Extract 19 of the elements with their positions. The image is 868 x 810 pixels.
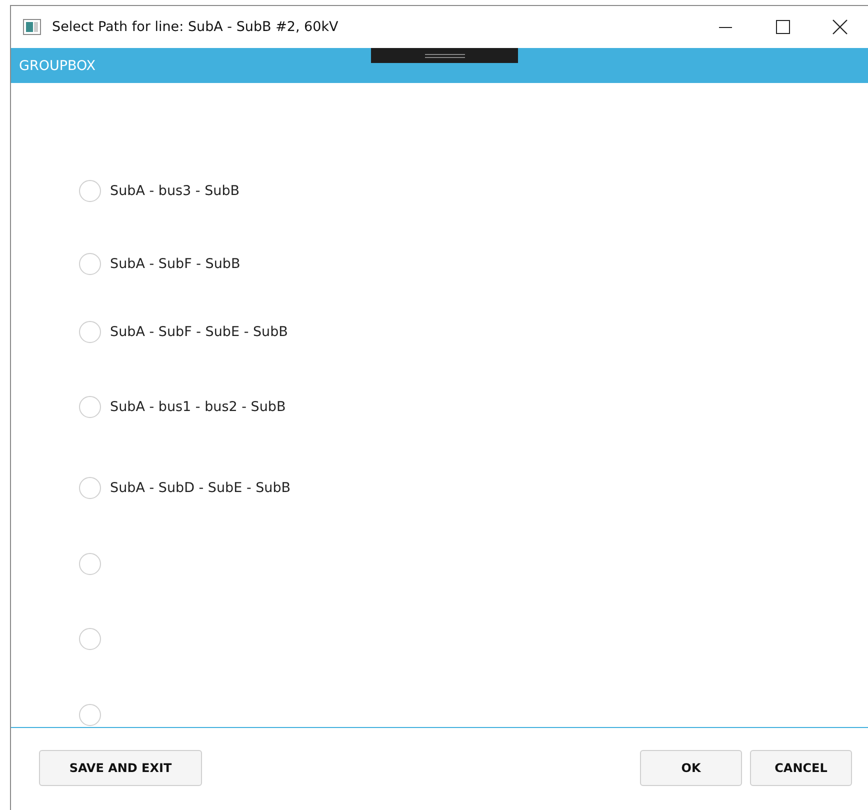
cancel-button[interactable]: CANCEL (750, 750, 852, 786)
groupbox-header: GROUPBOX (11, 48, 868, 83)
radio-button[interactable] (79, 321, 101, 343)
radio-button[interactable] (79, 704, 101, 726)
path-option-label[interactable]: SubA - SubF - SubB (110, 256, 240, 272)
radio-button[interactable] (79, 396, 101, 418)
path-option-label[interactable]: SubA - bus3 - SubB (110, 183, 240, 199)
app-icon (23, 19, 41, 35)
radio-button[interactable] (79, 553, 101, 575)
path-option-label[interactable]: SubA - bus1 - bus2 - SubB (110, 399, 286, 415)
path-option-label[interactable]: SubA - SubF - SubE - SubB (110, 324, 288, 340)
save-exit-button[interactable]: SAVE AND EXIT (39, 750, 202, 786)
radio-button[interactable] (79, 477, 101, 499)
ok-button[interactable]: OK (640, 750, 742, 786)
radio-button[interactable] (79, 628, 101, 650)
window-title: Select Path for line: SubA - SubB #2, 60kV (52, 19, 338, 35)
radio-button[interactable] (79, 253, 101, 275)
radio-button[interactable] (79, 180, 101, 202)
path-option-label[interactable]: SubA - SubD - SubE - SubB (110, 480, 291, 496)
